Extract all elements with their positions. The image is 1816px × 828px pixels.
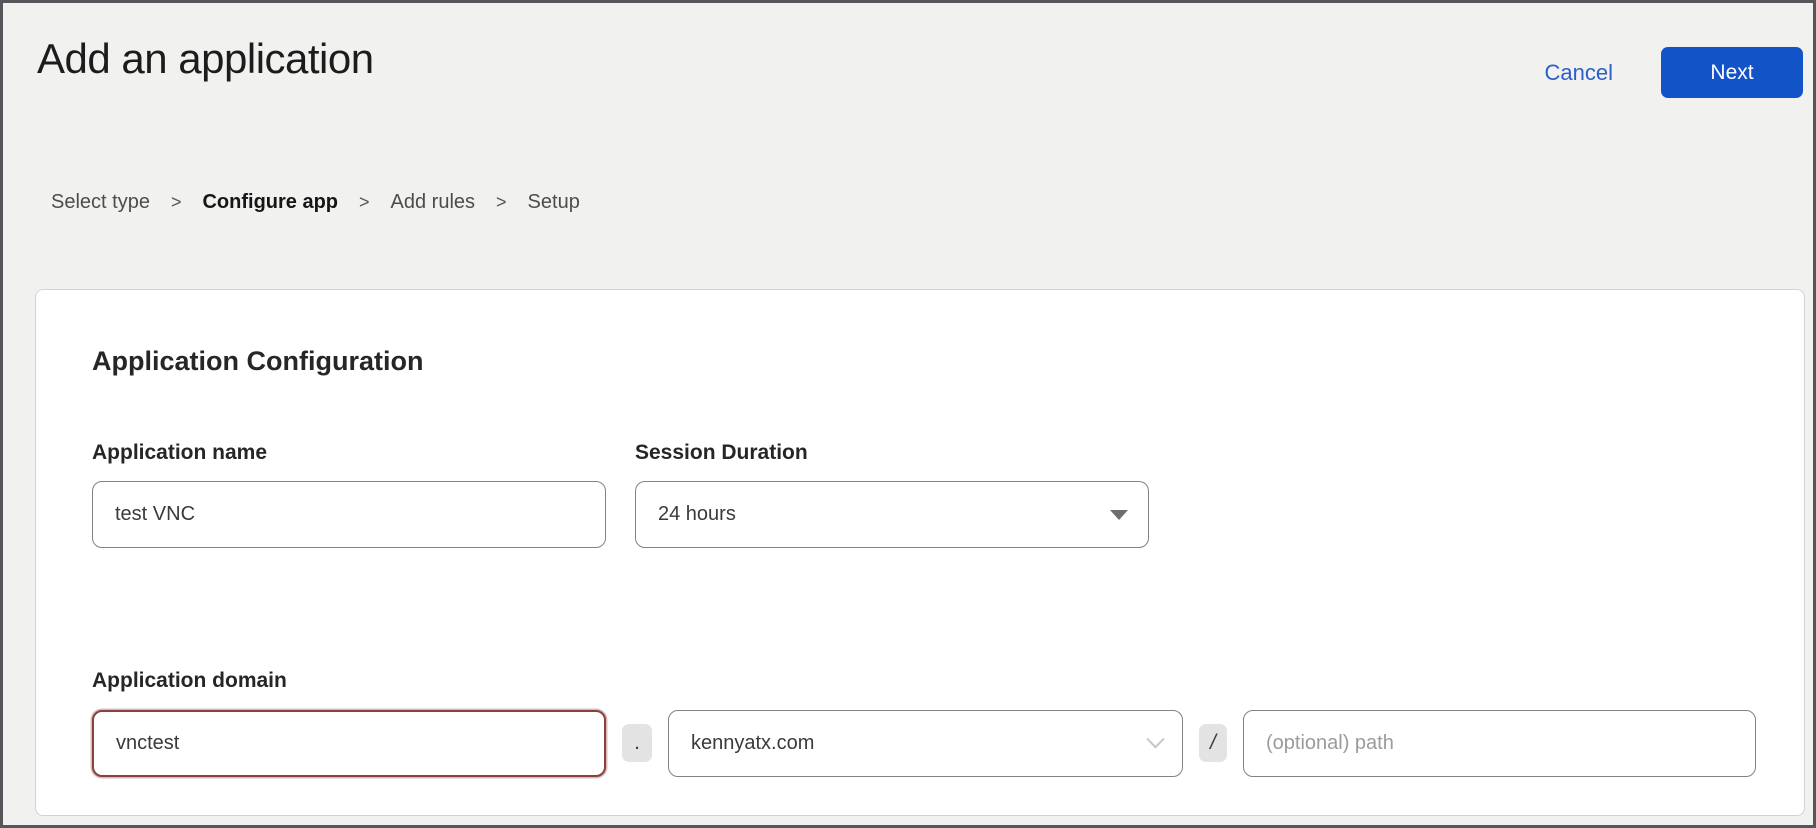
session-duration-select[interactable]: 24 hours: [635, 481, 1149, 548]
next-button[interactable]: Next: [1661, 47, 1803, 98]
breadcrumb-separator-icon: >: [359, 192, 370, 213]
breadcrumb: Select type > Configure app > Add rules …: [51, 191, 580, 214]
browser-viewport: Add an application Cancel Next Select ty…: [0, 0, 1816, 828]
application-name-input[interactable]: [92, 481, 606, 548]
breadcrumb-separator-icon: >: [496, 192, 507, 213]
application-domain-field: Application domain: [92, 667, 606, 695]
path-input[interactable]: [1243, 710, 1756, 777]
application-configuration-card: Application Configuration Application na…: [35, 289, 1805, 816]
chevron-down-icon: [1146, 730, 1164, 748]
dot-separator: .: [622, 724, 652, 762]
breadcrumb-step-add-rules[interactable]: Add rules: [391, 191, 476, 214]
cancel-button[interactable]: Cancel: [1545, 60, 1613, 86]
application-name-field: Application name: [92, 439, 606, 548]
session-duration-value: 24 hours: [658, 503, 736, 526]
caret-down-icon: [1110, 510, 1128, 520]
session-duration-label: Session Duration: [635, 439, 1149, 467]
slash-separator: /: [1199, 724, 1227, 762]
section-title: Application Configuration: [92, 346, 423, 377]
header-actions: Cancel Next: [1545, 47, 1803, 98]
application-domain-row: . kennyatx.com /: [92, 709, 1756, 777]
breadcrumb-separator-icon: >: [171, 192, 182, 213]
subdomain-input[interactable]: [92, 710, 606, 777]
domain-select[interactable]: kennyatx.com: [668, 710, 1183, 777]
application-domain-label: Application domain: [92, 667, 606, 695]
page-title: Add an application: [37, 35, 374, 83]
session-duration-field: Session Duration 24 hours: [635, 439, 1149, 548]
domain-select-value: kennyatx.com: [691, 732, 814, 755]
breadcrumb-step-select-type[interactable]: Select type: [51, 191, 150, 214]
breadcrumb-step-configure-app[interactable]: Configure app: [202, 191, 338, 214]
breadcrumb-step-setup[interactable]: Setup: [528, 191, 580, 214]
application-name-label: Application name: [92, 439, 606, 467]
